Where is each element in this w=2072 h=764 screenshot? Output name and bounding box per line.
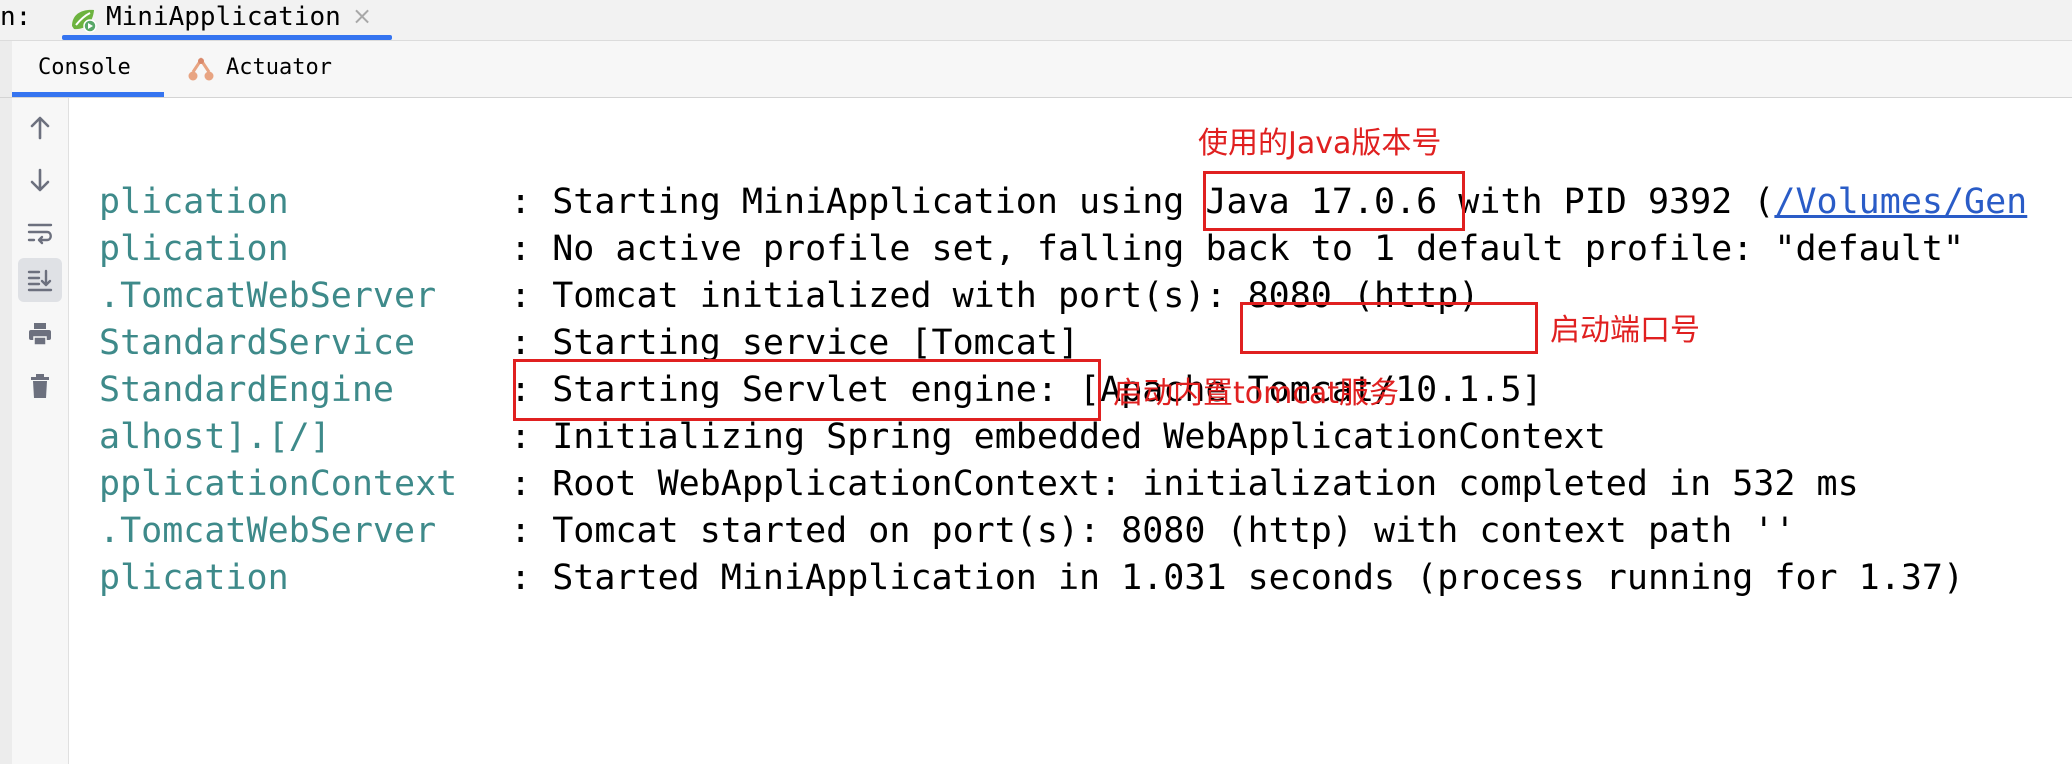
separator: : xyxy=(489,464,553,504)
logger-name: .TomcatWebServer xyxy=(99,511,437,551)
spring-boot-icon xyxy=(72,9,97,33)
run-tool-window-header: n: MiniApplication × xyxy=(0,0,2072,41)
active-tab-indicator xyxy=(12,92,164,97)
log-line: .TomcatWebServer : Tomcat started on por… xyxy=(99,506,1795,556)
run-tab-title: MiniApplication xyxy=(106,2,341,32)
tab-console-label: Console xyxy=(38,55,131,80)
console-subtabs: Console Actuator xyxy=(0,41,2072,98)
tab-actuator[interactable]: Actuator xyxy=(180,41,360,97)
file-path-link[interactable]: /Volumes/Gen xyxy=(1774,182,2027,222)
tab-console[interactable]: Console xyxy=(12,41,164,97)
log-message: Starting service [Tomcat] xyxy=(552,323,1080,363)
log-message: Started MiniApplication in 1.031 seconds… xyxy=(552,558,1965,598)
port-highlight xyxy=(1240,302,1538,354)
tomcat-service-highlight xyxy=(513,359,1101,421)
tomcat-service-annotation: 启动内置tomcat服务 xyxy=(1113,376,1399,411)
print-icon xyxy=(29,323,51,346)
log-message: Root WebApplicationContext: initializati… xyxy=(552,464,1859,504)
clear-all-button[interactable] xyxy=(18,364,62,408)
active-tab-indicator xyxy=(62,35,392,40)
log-message: No active profile set, falling back to 1… xyxy=(552,229,1965,269)
logger-name: .TomcatWebServer xyxy=(99,276,437,316)
run-config-tab[interactable]: MiniApplication × xyxy=(62,0,392,40)
log-line: plication : Starting MiniApplication usi… xyxy=(99,177,2027,227)
logger-name: alhost].[/] xyxy=(99,417,331,457)
console-toolbar xyxy=(12,98,69,764)
actuator-icon xyxy=(188,57,214,81)
logger-name: plication xyxy=(99,182,289,222)
separator: : xyxy=(489,417,553,457)
log-line: pplicationContext : Root WebApplicationC… xyxy=(99,459,1859,509)
scroll-to-end-icon xyxy=(27,269,53,292)
separator: : xyxy=(489,558,553,598)
separator: : xyxy=(489,229,553,269)
logger-name: pplicationContext xyxy=(99,464,458,504)
log-message: Starting MiniApplication using Java 17.0… xyxy=(552,182,1775,222)
port-annotation: 启动端口号 xyxy=(1550,313,1700,348)
log-message: Tomcat started on port(s): 8080 (http) w… xyxy=(552,511,1796,551)
left-edge xyxy=(0,41,12,97)
scroll-to-end-button[interactable] xyxy=(18,258,62,302)
separator: : xyxy=(489,276,553,316)
separator: : xyxy=(489,511,553,551)
soft-wrap-icon xyxy=(27,223,53,245)
java-version-highlight xyxy=(1203,171,1465,231)
run-label: n: xyxy=(0,2,32,32)
soft-wrap-button[interactable] xyxy=(18,210,62,254)
java-version-annotation: 使用的Java版本号 xyxy=(1198,126,1442,161)
close-icon[interactable]: × xyxy=(352,2,372,30)
logger-name: StandardEngine xyxy=(99,370,395,410)
separator: : xyxy=(489,323,553,363)
logger-name: plication xyxy=(99,558,289,598)
log-line: plication : Started MiniApplication in 1… xyxy=(99,553,1964,603)
logger-name: plication xyxy=(99,229,289,269)
logger-name: StandardService xyxy=(99,323,416,363)
up-button[interactable] xyxy=(18,106,62,150)
down-button[interactable] xyxy=(18,158,62,202)
arrow-up-icon xyxy=(30,116,50,140)
print-button[interactable] xyxy=(18,312,62,356)
separator: : xyxy=(489,182,553,222)
trash-icon xyxy=(31,374,49,398)
left-edge xyxy=(0,98,12,764)
arrow-down-icon xyxy=(30,168,50,192)
tab-actuator-label: Actuator xyxy=(226,55,332,80)
log-message: Initializing Spring embedded WebApplicat… xyxy=(552,417,1606,457)
console-output[interactable]: plication : Starting MiniApplication usi… xyxy=(69,98,2072,764)
log-line: plication : No active profile set, falli… xyxy=(99,224,1964,274)
